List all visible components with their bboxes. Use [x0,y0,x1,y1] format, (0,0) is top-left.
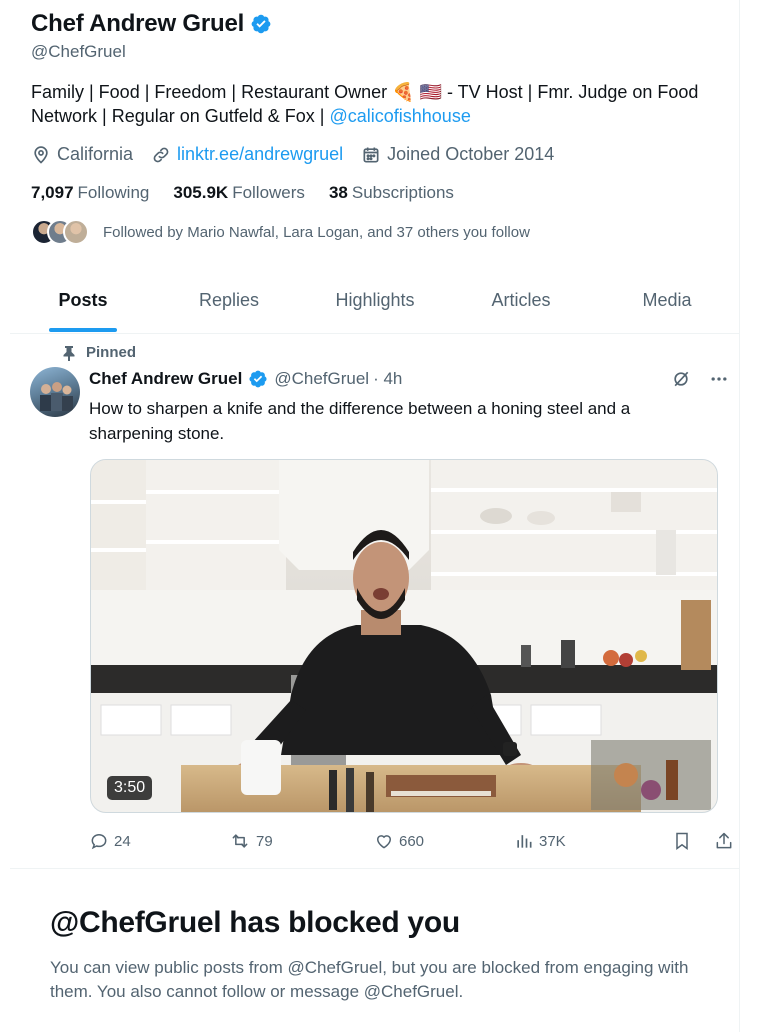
post-text: How to sharpen a knife and the differenc… [89,399,631,443]
post-actions: 24 79 660 37K [89,826,734,856]
tab-highlights[interactable]: Highlights [302,272,448,332]
avatar-image [40,382,73,411]
tab-articles[interactable]: Articles [448,272,594,332]
like-button[interactable]: 660 [374,831,514,851]
post-time[interactable]: · 4h [373,369,402,389]
reply-count: 24 [114,832,131,850]
verified-badge-icon[interactable] [248,369,268,389]
blocked-title: @ChefGruel has blocked you [50,906,460,939]
followers-count[interactable]: 305.9K Followers [173,183,305,203]
post-secondary-actions [672,831,734,851]
heart-icon [376,835,392,849]
blocked-message: You can view public posts from @ChefGrue… [50,958,689,1001]
location-text: California [57,144,134,164]
joined-text: Joined October 2014 [387,144,555,164]
repost-count: 79 [256,832,273,850]
reply-icon [91,833,107,850]
grok-icon[interactable] [671,369,691,389]
tab-replies[interactable]: Replies [156,272,302,332]
tab-media[interactable]: Media [594,272,740,332]
subscriptions-label: Subscriptions [351,183,454,202]
repost-button[interactable]: 79 [229,831,374,851]
like-count: 660 [399,832,425,850]
repost-icon [232,834,248,848]
website-item[interactable]: linktr.ee/andrewgruel [151,144,343,165]
views-chart-icon [517,835,532,848]
post-header-actions [671,369,729,389]
subscriptions-count[interactable]: 38 Subscriptions [329,183,454,203]
tab-posts[interactable]: Posts [10,272,156,332]
bio-mention-link[interactable]: @calicofishhouse [329,106,470,126]
joined-item: Joined October 2014 [361,144,554,165]
link-icon [153,147,169,162]
followers-label: Followers [232,183,305,202]
followed-by-row[interactable]: Followed by Mario Nawfal, Lara Logan, an… [31,219,530,245]
tab-media-label: Media [642,290,692,310]
tab-posts-label: Posts [58,290,108,310]
tab-highlights-label: Highlights [335,290,415,310]
following-count[interactable]: 7,097 Following [31,183,149,203]
calendar-icon [363,147,379,162]
tab-articles-label: Articles [491,290,551,310]
post-header: Chef Andrew Gruel @ChefGruel · 4h [89,369,729,389]
views-count: 37K [539,832,566,850]
profile-column: Chef Andrew Gruel @ChefGruel Family | Fo… [10,0,740,1032]
bio-text-1: Family | Food | Freedom | Restaurant Own… [31,82,393,102]
avatar [63,219,89,245]
following-label: Following [77,183,150,202]
profile-meta: California linktr.ee/andrewgruel Joined … [31,144,572,165]
profile-bio: Family | Food | Freedom | Restaurant Own… [31,80,731,128]
followed-by-text: Followed by Mario Nawfal, Lara Logan, an… [103,223,530,241]
location-pin-icon [34,145,48,164]
post-author-name[interactable]: Chef Andrew Gruel [89,369,242,389]
location-item: California [31,144,133,165]
post-divider [10,868,740,869]
pinned-label: Pinned [86,344,137,361]
profile-name: Chef Andrew Gruel [31,10,272,38]
followers-number: 305.9K [173,183,229,202]
views-button[interactable]: 37K [514,831,654,851]
bookmark-icon[interactable] [672,831,692,851]
profile-handle: @ChefGruel [31,42,126,61]
following-number: 7,097 [31,183,74,202]
pinned-indicator: Pinned [62,344,136,361]
bio-emoji: 🍕 🇺🇸 [392,82,442,102]
post-author-handle[interactable]: @ChefGruel [274,369,369,389]
verified-badge-icon[interactable] [250,13,272,35]
reply-button[interactable]: 24 [89,831,229,851]
profile-name-text: Chef Andrew Gruel [31,10,245,37]
share-icon[interactable] [714,831,734,851]
profile-tabs: Posts Replies Highlights Articles Media [10,272,740,332]
active-tab-indicator [49,328,117,332]
tabs-divider [10,333,740,334]
subscriptions-number: 38 [328,183,348,202]
pin-icon [63,345,75,361]
post-video[interactable]: 3:50 [90,459,718,813]
tab-replies-label: Replies [198,290,260,310]
more-options-icon[interactable] [709,369,729,389]
followers-you-know-avatars [31,219,89,245]
post-author-avatar[interactable] [30,367,80,417]
video-thumbnail [91,460,717,812]
website-link[interactable]: linktr.ee/andrewgruel [177,144,343,165]
video-duration: 3:50 [107,776,153,800]
profile-counts: 7,097 Following 305.9K Followers 38 Subscri… [31,183,478,203]
